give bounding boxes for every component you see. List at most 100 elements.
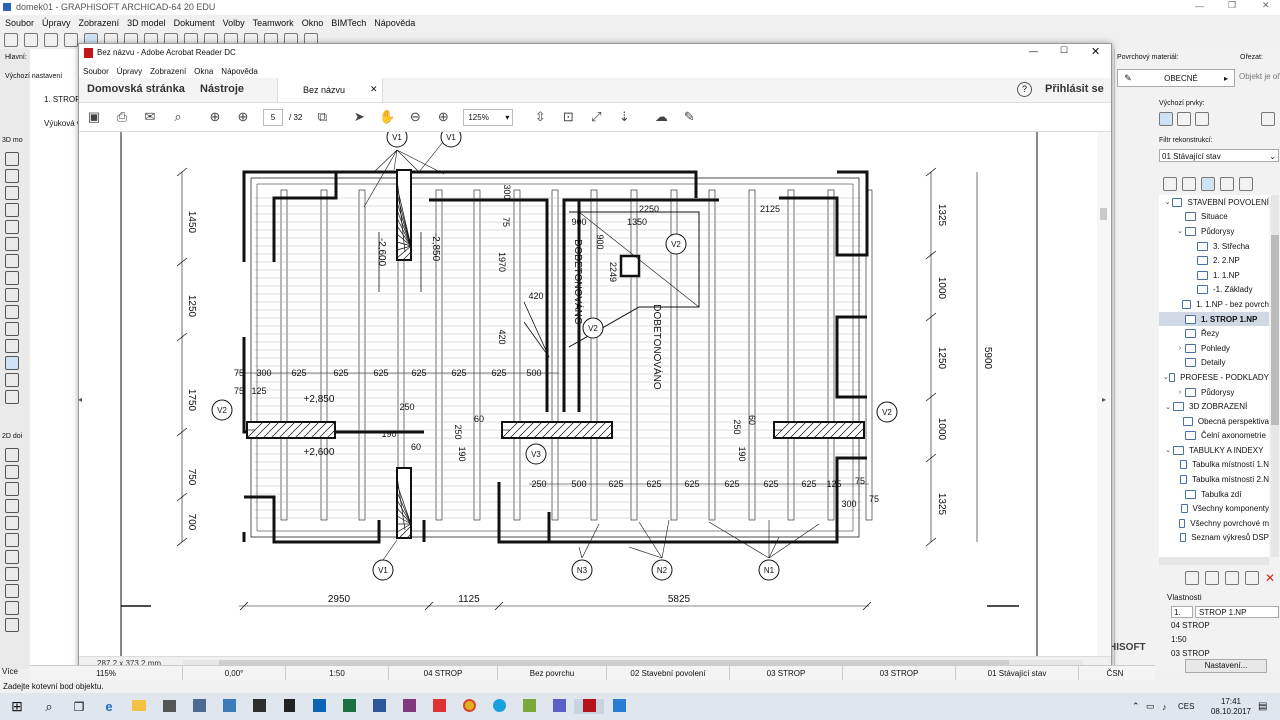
filter-select[interactable]: 01 Stávající stav ⌄ [1159, 149, 1279, 162]
acrobat-menu-soubor[interactable]: Soubor [83, 67, 109, 76]
view-tab-label[interactable]: 1. STROP [44, 95, 80, 104]
navigator-item[interactable]: Seznam výkresů DSP [1159, 531, 1269, 546]
app-icon-4[interactable] [424, 699, 454, 714]
collapse-left-icon[interactable]: ◂ [78, 395, 82, 404]
acrobat-menu-okna[interactable]: Okna [194, 67, 213, 76]
layout-book-icon[interactable] [1220, 177, 1234, 191]
railing-tool-icon[interactable] [5, 305, 19, 319]
properties-settings-button[interactable]: Nastavení... [1185, 659, 1267, 673]
beam-tool-icon[interactable] [5, 220, 19, 234]
edge-icon[interactable]: e [94, 699, 124, 714]
stair-tool-icon[interactable] [5, 254, 19, 268]
page-up-icon[interactable]: ⊕ [206, 108, 224, 126]
navigator-item[interactable]: Čelní axonometrie [1159, 429, 1269, 444]
status-strop-1[interactable]: 03 STROP [730, 666, 843, 680]
highlight-pen-icon[interactable]: ✎ [680, 108, 698, 126]
collapse-right-icon[interactable]: ▸ [1102, 395, 1106, 404]
zone-tool-icon[interactable] [5, 373, 19, 387]
navigator-item[interactable]: Detaily [1159, 356, 1269, 371]
tab-tools[interactable]: Nástroje [200, 83, 244, 95]
clock[interactable]: 17:41 08.10.2017 [1204, 697, 1258, 717]
onenote-icon[interactable] [394, 699, 424, 714]
level-dim-tool-icon[interactable] [5, 465, 19, 479]
tray-chevron-icon[interactable]: ⌃ [1132, 701, 1146, 712]
fit-width-icon[interactable]: ⇳ [531, 108, 549, 126]
navigator-item[interactable]: Řezy [1159, 326, 1269, 341]
tab-home[interactable]: Domovská stránka [87, 83, 185, 95]
navigator-item[interactable]: ⌄ 3D ZOBRAZENÍ [1159, 399, 1269, 414]
menu-upravy[interactable]: Úpravy [42, 18, 71, 28]
fullscreen-icon[interactable]: ⤢ [587, 108, 605, 126]
archicad-taskbar-icon[interactable] [604, 699, 634, 714]
eyedropper-icon[interactable] [64, 32, 78, 47]
folder-icon[interactable] [1225, 571, 1239, 585]
zoom-out-icon[interactable]: ⊖ [406, 108, 424, 126]
chevron-down-icon[interactable]: ⌄ [1175, 227, 1185, 235]
status-layer[interactable]: 04 STROP [389, 666, 498, 680]
navigator-item[interactable]: Všechny komponenty [1159, 501, 1269, 516]
teams-icon[interactable] [544, 699, 574, 714]
menu-napoveda[interactable]: Nápověda [374, 18, 415, 28]
excel-icon[interactable] [334, 699, 364, 714]
zoom-select[interactable]: 125% ▾ [463, 108, 514, 126]
task-view-icon[interactable]: ❐ [64, 700, 94, 714]
door-tool-icon[interactable] [5, 169, 19, 183]
publisher-icon[interactable] [1239, 177, 1253, 191]
email-icon[interactable]: ✉ [141, 108, 159, 126]
menu-zobrazeni[interactable]: Zobrazení [79, 18, 120, 28]
comment-icon[interactable]: ☁ [652, 108, 670, 126]
navigator-mode-icon[interactable] [1163, 177, 1177, 191]
text-tool-icon[interactable] [5, 482, 19, 496]
app-icon-2[interactable] [214, 699, 244, 714]
navigator-item[interactable]: Tabulka místností 1.N [1159, 458, 1269, 473]
settings-icon[interactable] [1261, 112, 1275, 126]
page-number-input[interactable]: 5 [263, 108, 283, 126]
page-layout-icon[interactable]: ⧉ [313, 108, 331, 126]
menu-volby[interactable]: Volby [223, 18, 245, 28]
properties-id-field[interactable]: 1. [1171, 606, 1193, 618]
word-icon[interactable] [364, 699, 394, 714]
navigator-item[interactable]: › Půdorysy [1159, 385, 1269, 400]
pdf-scroll-thumb[interactable] [1100, 208, 1107, 220]
structure-icon[interactable] [1195, 112, 1209, 126]
app-icon-5[interactable] [514, 699, 544, 714]
navigator-item[interactable]: ⌄ Půdorysy [1159, 224, 1269, 239]
acrobat-close-icon[interactable]: ✕ [1091, 45, 1100, 58]
store-icon[interactable] [154, 699, 184, 714]
navigator-item[interactable]: 1. 1.NP [1159, 268, 1269, 283]
navigator-item[interactable]: ⌄ PROFESE - PODKLADY [1159, 370, 1269, 385]
keyboard-lang[interactable]: CES [1178, 702, 1204, 711]
explorer-icon[interactable] [124, 700, 154, 713]
maximize-icon[interactable]: ❐ [1228, 0, 1236, 11]
start-icon[interactable]: ⊞ [0, 698, 34, 715]
menu-dokument[interactable]: Dokument [174, 18, 215, 28]
view-map-icon[interactable] [1201, 177, 1215, 191]
move-tool-icon[interactable] [5, 618, 19, 632]
status-strop-2[interactable]: 03 STROP [843, 666, 956, 680]
fit-page-icon[interactable]: ⊡ [559, 108, 577, 126]
slab-tool-icon[interactable] [5, 237, 19, 251]
menu-teamwork[interactable]: Teamwork [253, 18, 294, 28]
tab-document[interactable]: Bez názvu ✕ [277, 78, 383, 102]
project-map-icon[interactable] [1182, 177, 1196, 191]
properties-name-field[interactable]: STROP 1.NP [1195, 606, 1279, 618]
new-view-icon[interactable] [1185, 571, 1199, 585]
arrow-tool-icon[interactable] [44, 32, 58, 47]
acrobat-menu-zobrazeni[interactable]: Zobrazení [150, 67, 186, 76]
navigator-hscrollbar[interactable] [1159, 557, 1269, 565]
chevron-right-icon[interactable]: › [1175, 345, 1185, 352]
network-icon[interactable]: ▭ [1146, 701, 1162, 712]
status-state[interactable]: 01 Stávající stav [956, 666, 1079, 680]
acrobat-minimize-icon[interactable]: — [1029, 46, 1038, 56]
menu-soubor[interactable]: Soubor [5, 18, 34, 28]
mesh-tool-icon[interactable] [5, 390, 19, 404]
help-icon[interactable]: ? [1017, 82, 1032, 97]
signin-button[interactable]: Přihlásit se [1045, 83, 1104, 95]
print-icon[interactable]: ⎙ [113, 108, 131, 126]
acrobat-menu-napoveda[interactable]: Nápověda [221, 67, 257, 76]
search-icon[interactable]: ⌕ [34, 699, 64, 715]
chrome-icon[interactable] [454, 699, 484, 714]
app-icon-3[interactable] [244, 699, 274, 714]
status-csn[interactable]: ČSN [1079, 666, 1151, 680]
navigator-item[interactable]: 1. STROP 1.NP [1159, 311, 1269, 327]
